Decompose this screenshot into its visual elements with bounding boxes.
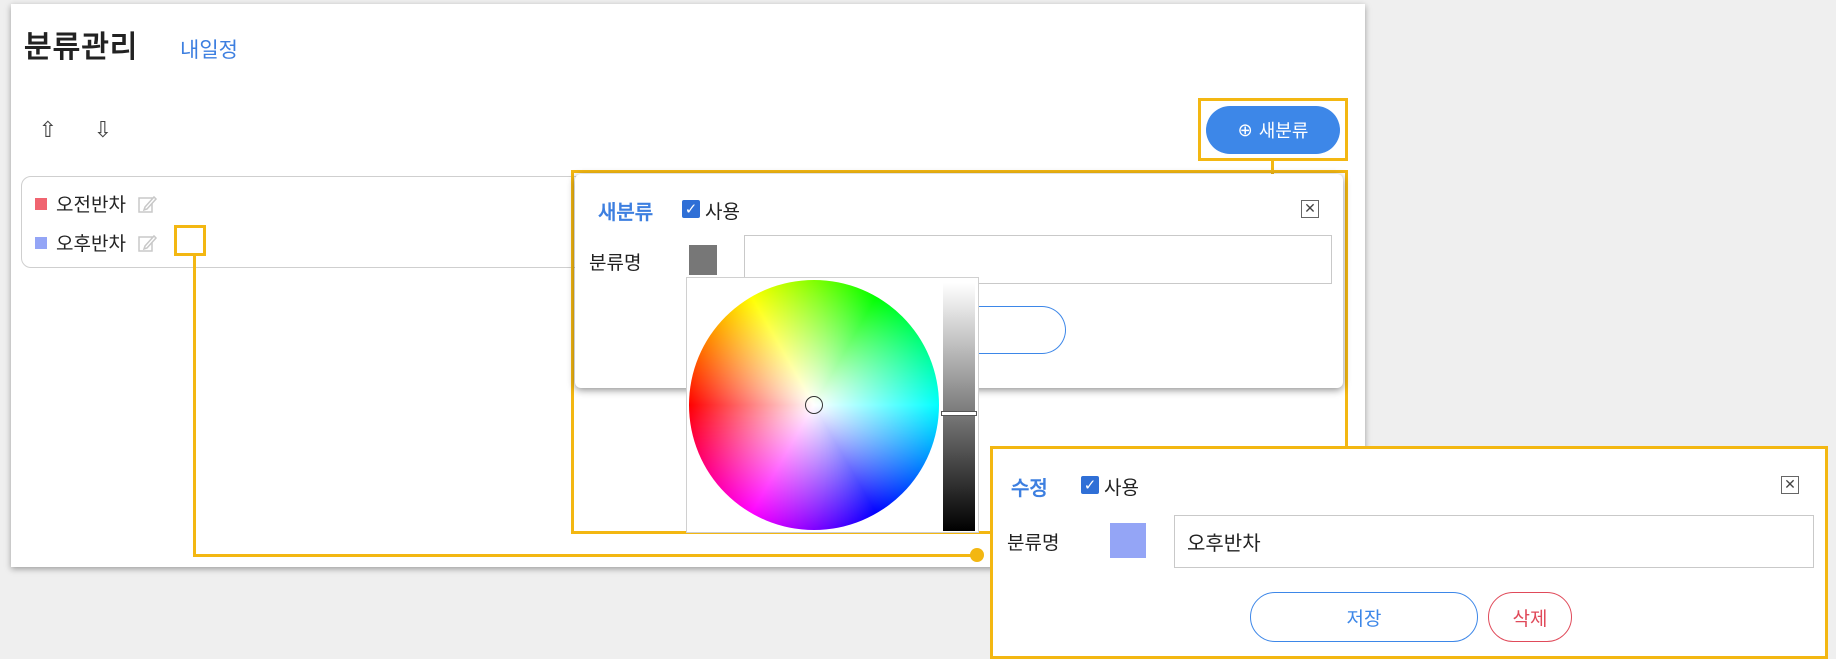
edit-icon-highlight	[174, 225, 206, 256]
use-label: 사용	[705, 201, 740, 223]
brightness-slider[interactable]	[943, 283, 975, 531]
use-checkbox[interactable]: ✓	[1081, 476, 1099, 494]
list-item[interactable]: 오전반차	[35, 190, 158, 217]
color-swatch-button[interactable]	[689, 245, 717, 275]
category-name-label: 분류명	[1007, 532, 1060, 554]
save-button[interactable]: 저장	[1250, 592, 1478, 642]
edit-icon[interactable]	[136, 193, 158, 215]
edit-dialog-title: 수정	[1011, 476, 1048, 500]
new-dialog-title: 새분류	[598, 200, 654, 224]
new-button-highlight	[1198, 98, 1348, 161]
move-down-icon[interactable]: ⇩	[88, 116, 118, 146]
page-title: 분류관리	[24, 30, 139, 65]
close-icon[interactable]: ✕	[1781, 476, 1799, 494]
color-wheel-cursor[interactable]	[805, 396, 823, 414]
category-name-input[interactable]: 오후반차	[1174, 515, 1814, 568]
move-up-icon[interactable]: ⇧	[33, 116, 63, 146]
brightness-slider-handle[interactable]	[941, 411, 977, 416]
category-color-swatch	[35, 236, 47, 249]
page-subtitle: 내일정	[180, 38, 238, 62]
delete-button[interactable]: 삭제	[1488, 592, 1572, 642]
connector-line	[193, 255, 196, 557]
close-icon[interactable]: ✕	[1301, 200, 1319, 218]
category-name-label: 분류명	[589, 252, 642, 274]
list-item[interactable]: 오후반차	[35, 229, 158, 256]
use-checkbox[interactable]: ✓	[682, 200, 700, 218]
category-name: 오후반차	[56, 233, 126, 255]
connector-dot	[970, 548, 984, 562]
category-name: 오전반차	[56, 194, 126, 216]
use-label: 사용	[1104, 477, 1139, 499]
category-color-swatch	[35, 197, 47, 210]
edit-icon[interactable]	[136, 232, 158, 254]
connector-line	[193, 554, 978, 557]
color-swatch-button[interactable]	[1110, 523, 1146, 558]
